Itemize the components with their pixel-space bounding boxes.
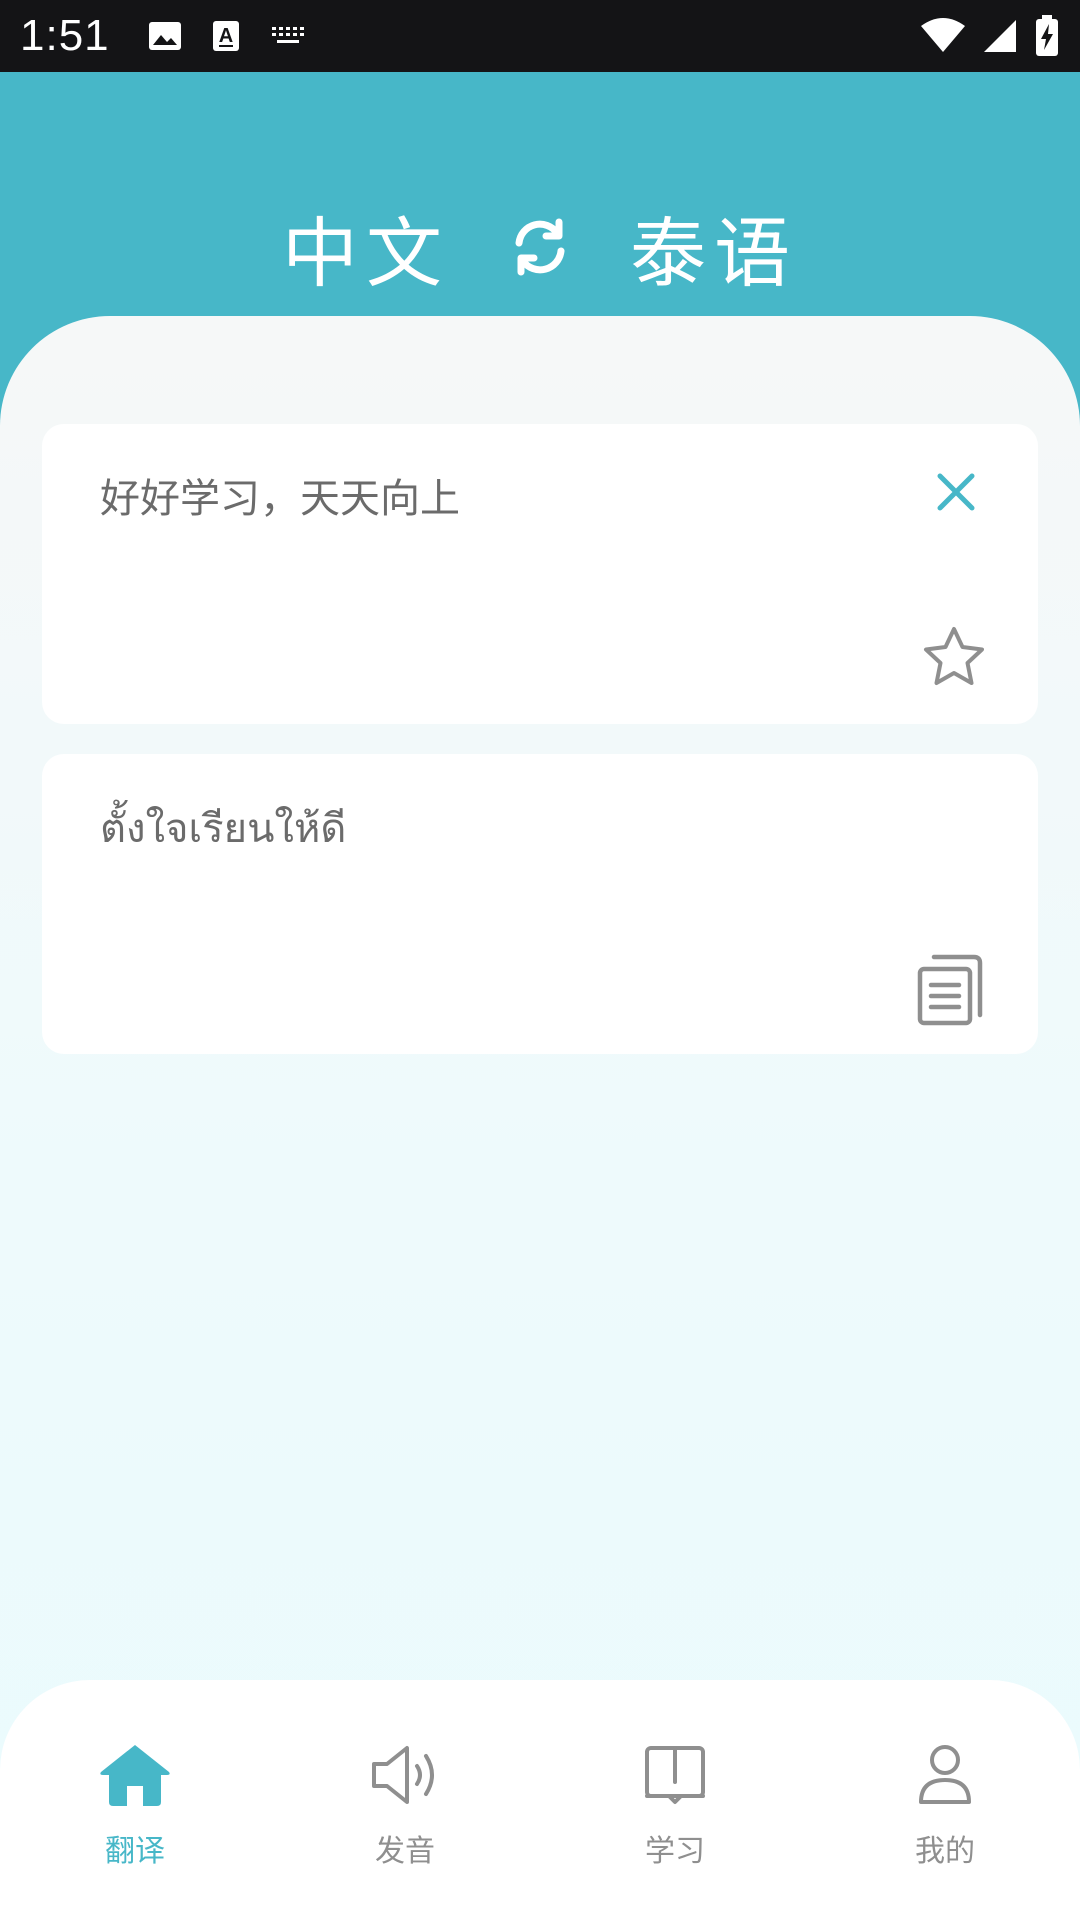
image-icon [148,22,181,50]
nav-label: 翻译 [105,1834,165,1869]
signal-icon [984,20,1016,52]
status-time: 1:51 [20,11,110,60]
output-text: ตั้งใจเรียนให้ดี [100,806,347,852]
text-a-icon: A [212,21,239,51]
nav-item-study[interactable]: 学习 [540,1680,810,1920]
keyboard-icon [271,27,304,43]
output-card: ตั้งใจเรียนให้ดี [42,754,1038,1054]
status-notification-icons: A [148,20,308,52]
status-bar: 1:51 A [0,0,1080,72]
bottom-navigation: 翻译 发音 学习 我的 [0,1680,1080,1920]
battery-charging-icon [1036,15,1058,56]
nav-item-profile[interactable]: 我的 [810,1680,1080,1920]
nav-item-translate[interactable]: 翻译 [0,1680,270,1920]
user-icon [909,1742,981,1808]
target-language-button[interactable]: 泰语 [630,192,798,302]
star-outline-icon[interactable] [920,624,988,692]
source-language-button[interactable]: 中文 [282,192,450,302]
input-text[interactable]: 好好学习，天天向上 [100,466,460,524]
app-header: 中文 泰语 [0,72,1080,352]
nav-item-pronunciation[interactable]: 发音 [270,1680,540,1920]
wifi-icon [921,18,965,52]
nav-label: 我的 [915,1834,975,1869]
status-system-icons [920,15,1060,57]
close-icon[interactable] [932,468,980,516]
svg-text:A: A [218,25,232,47]
copy-icon[interactable] [914,949,986,1027]
home-icon [99,1742,171,1808]
refresh-icon[interactable] [508,215,572,279]
input-card[interactable]: 好好学习，天天向上 [42,424,1038,724]
nav-label: 学习 [645,1834,705,1869]
nav-label: 发音 [375,1834,435,1869]
speaker-icon [369,1742,441,1808]
book-icon [639,1742,711,1808]
language-switcher: 中文 泰语 [0,192,1080,302]
